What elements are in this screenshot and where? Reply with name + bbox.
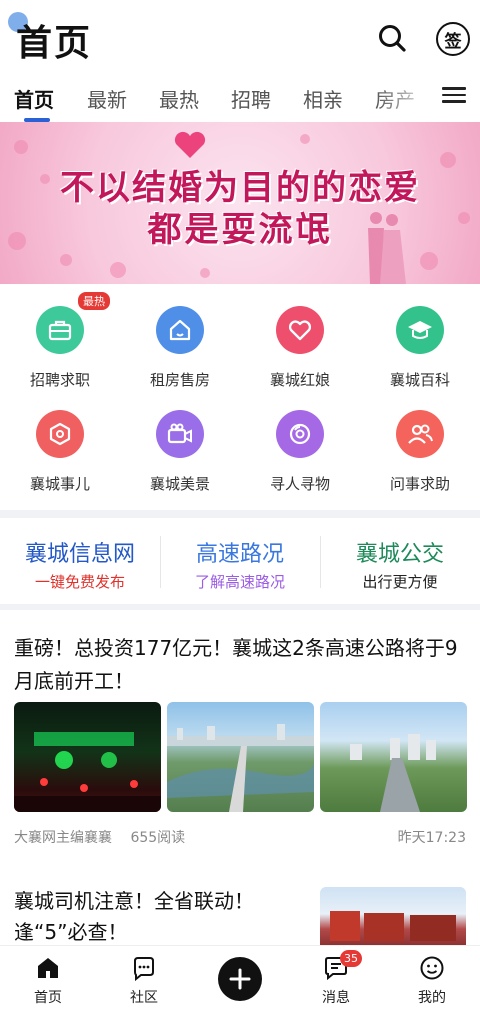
article-time: 昨天17:23 (397, 830, 466, 846)
category-rental[interactable]: 租房售房 (120, 290, 240, 394)
category-label: 襄城事儿 (29, 475, 90, 493)
category-lost-found[interactable]: 寻人寻物 (240, 394, 360, 498)
article-thumbnail[interactable] (320, 887, 466, 947)
category-local-events[interactable]: 襄城事儿 (0, 394, 120, 498)
heart-icon (276, 306, 324, 354)
quick-link-title: 高速路况 (195, 542, 284, 567)
tab-fade (375, 76, 435, 116)
tab-hottest[interactable]: 最热 (159, 84, 199, 113)
category-help[interactable]: 问事求助 (360, 394, 480, 498)
briefcase-icon (36, 306, 84, 354)
nav-messages[interactable]: 35 消息 (288, 946, 384, 1011)
bottom-nav: 首页 社区 35 消息 我的 (0, 945, 480, 1011)
category-label: 襄城美景 (149, 475, 210, 493)
nav-community[interactable]: 社区 (96, 946, 192, 1011)
page-title: 首页 (16, 23, 93, 64)
nav-label: 首页 (34, 990, 62, 1006)
banner-subline: 都是耍流氓 (147, 210, 333, 250)
category-grid: 最热 招聘求职 租房售房 襄城红娘 襄城百科 襄城事儿 襄城美景 寻人寻物 问事… (0, 290, 480, 510)
section-divider (0, 604, 480, 610)
tab-home[interactable]: 首页 (14, 84, 54, 113)
community-icon (134, 957, 154, 981)
category-label: 问事求助 (389, 475, 450, 493)
category-label: 寻人寻物 (269, 475, 330, 493)
category-tabs: 首页 最新 最热 招聘 相亲 房产 (0, 76, 480, 122)
category-jobs[interactable]: 最热 招聘求职 (0, 290, 120, 394)
article-thumbnail[interactable] (14, 702, 161, 812)
category-label: 租房售房 (149, 371, 210, 389)
section-divider (0, 510, 480, 518)
home-icon (38, 958, 58, 978)
article-author: 大襄网主编襄襄 (14, 830, 112, 846)
check-in-button[interactable]: 签 (436, 22, 470, 56)
category-label: 襄城红娘 (269, 371, 330, 389)
nav-home[interactable]: 首页 (0, 946, 96, 1011)
menu-icon (442, 87, 466, 103)
search-icon (379, 25, 406, 52)
people-icon (396, 410, 444, 458)
unread-badge: 35 (340, 950, 362, 967)
tab-menu-button[interactable] (442, 84, 466, 108)
tab-latest[interactable]: 最新 (87, 84, 127, 113)
camera-icon (156, 410, 204, 458)
nav-label: 消息 (322, 990, 350, 1006)
article-reads: 655阅读 (130, 830, 186, 846)
nav-profile[interactable]: 我的 (384, 946, 480, 1011)
promo-banner[interactable]: 不以结婚为目的的恋爱 都是耍流氓 (0, 122, 480, 284)
tab-dating[interactable]: 相亲 (303, 84, 343, 113)
nav-label: 社区 (130, 990, 158, 1006)
graduation-cap-icon (396, 306, 444, 354)
category-matchmaker[interactable]: 襄城红娘 (240, 290, 360, 394)
heart-decoration-icon (174, 131, 206, 158)
quick-link-title: 襄城信息网 (24, 542, 135, 567)
plus-icon (218, 957, 262, 1001)
category-scenery[interactable]: 襄城美景 (120, 394, 240, 498)
quick-link-bus[interactable]: 襄城公交 出行更方便 (320, 518, 480, 604)
nav-label: 我的 (418, 990, 446, 1006)
quick-link-subtitle: 一键免费发布 (34, 573, 125, 591)
app-header: 首页 签 (0, 0, 480, 76)
article-title[interactable]: 重磅！总投资177亿元！襄城这2条高速公路将于9月底前开工！ (14, 632, 470, 698)
quick-link-info-net[interactable]: 襄城信息网 一键免费发布 (0, 518, 160, 604)
couple-silhouette-icon (368, 212, 406, 284)
nav-publish[interactable] (192, 946, 288, 1011)
search-button[interactable] (376, 22, 408, 54)
article-title[interactable]: 襄城司机注意！全省联动！逢“5”必查！ (14, 886, 294, 948)
article-thumbnail[interactable] (320, 702, 467, 812)
house-icon (156, 306, 204, 354)
lens-icon (276, 410, 324, 458)
article-thumbnail[interactable] (167, 702, 314, 812)
hot-badge: 最热 (78, 292, 110, 310)
quick-link-title: 襄城公交 (355, 542, 444, 567)
quick-link-subtitle: 出行更方便 (362, 573, 438, 591)
smiley-icon (420, 956, 444, 980)
quick-link-traffic[interactable]: 高速路况 了解高速路况 (160, 518, 320, 604)
category-encyclopedia[interactable]: 襄城百科 (360, 290, 480, 394)
tab-jobs[interactable]: 招聘 (231, 84, 271, 113)
quick-links: 襄城信息网 一键免费发布 高速路况 了解高速路况 襄城公交 出行更方便 (0, 518, 480, 604)
quick-link-subtitle: 了解高速路况 (194, 573, 285, 591)
hexagon-icon (36, 410, 84, 458)
category-label: 招聘求职 (29, 371, 90, 389)
article-meta: 大襄网主编襄襄 655阅读 (14, 827, 185, 847)
category-label: 襄城百科 (389, 371, 450, 389)
